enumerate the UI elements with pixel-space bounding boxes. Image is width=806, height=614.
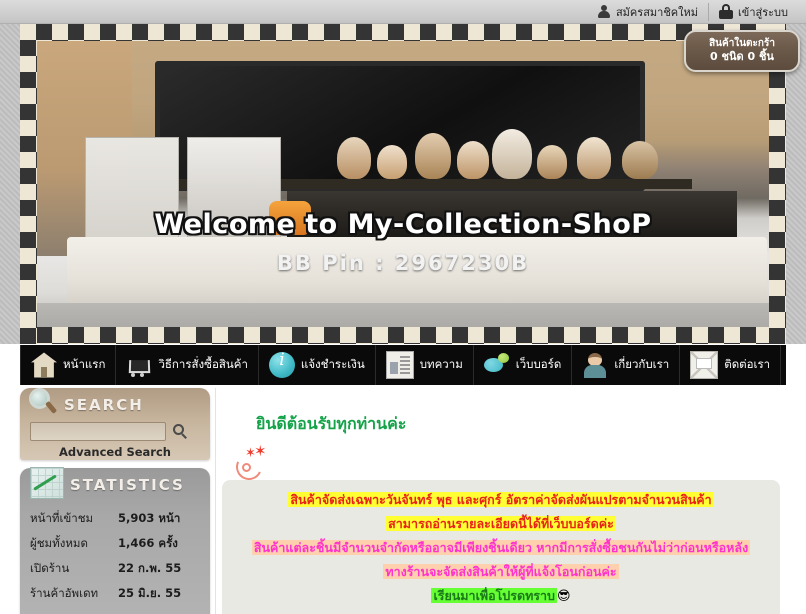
- stat-label: ร้านค้าอัพเดท: [30, 585, 99, 600]
- newspaper-icon: [385, 351, 414, 379]
- main-navigation: หน้าแรก วิธีการสั่งซื้อสินค้า แจ้งชำระเง…: [20, 345, 786, 385]
- welcome-heading: ยินดีต้อนรับทุกท่านค่ะ: [256, 414, 407, 433]
- shopping-cart-summary[interactable]: สินค้าในตะกร้า 0 ชนิด 0 ชิ้น: [684, 30, 800, 72]
- nav-item-about-us[interactable]: เกี่ยวกับเรา: [572, 345, 681, 385]
- stat-row: ผู้ชมทั้งหมด 1,466 ครั้ง: [30, 531, 200, 556]
- photo-collectible-1: [337, 137, 371, 179]
- statistics-panel-header: STATISTICS: [20, 467, 210, 502]
- search-panel-header: SEARCH: [20, 388, 210, 422]
- register-link[interactable]: สมัครสมาชิคใหม่: [588, 0, 708, 24]
- statistics-panel-title: STATISTICS: [70, 476, 185, 494]
- statistics-rows: หน้าที่เข้าชม 5,903 หน้า ผู้ชมทั้งหมด 1,…: [20, 502, 210, 606]
- search-row: [20, 422, 210, 441]
- notice-text: สินค้าจัดส่งเฉพาะวันจันทร์ พุธ และศุกร์ …: [288, 492, 714, 507]
- main-content: ยินดีต้อนรับทุกท่านค่ะ ✶ ✶ สินค้าจัดส่งเ…: [215, 388, 786, 614]
- stat-label: เปิดร้าน: [30, 560, 70, 575]
- home-icon: [31, 352, 57, 378]
- photo-dark-band: [287, 191, 737, 237]
- nav-item-articles[interactable]: บทความ: [376, 345, 474, 385]
- login-link[interactable]: เข้าสู่ระบบ: [709, 0, 798, 24]
- person-icon: [598, 4, 611, 19]
- envelope-icon: [690, 351, 719, 379]
- smiley-decoration-icon: ✶ ✶: [232, 444, 268, 484]
- frame-border-right: [769, 24, 786, 344]
- stat-row: ร้านค้าอัพเดท 25 มิ.ย. 55: [30, 581, 200, 606]
- stat-value: 22 ก.พ. 55: [118, 560, 182, 575]
- banner-region: Welcome to My-Collection-ShoP BB Pin : 2…: [0, 24, 806, 344]
- notice-line: สินค้าจัดส่งเฉพาะวันจันทร์ พุธ และศุกร์ …: [230, 492, 772, 509]
- person-avatar-icon: [582, 352, 608, 378]
- notice-text: สามารถอ่านรายละเอียดนี้ได้ที่เว็บบอร์ดค่…: [386, 515, 616, 531]
- magnifier-icon: [28, 387, 58, 417]
- stat-value: 1,466 ครั้ง: [118, 535, 178, 550]
- stat-row: หน้าที่เข้าชม 5,903 หน้า: [30, 506, 200, 531]
- nav-label-contact-us: ติดต่อเรา: [724, 357, 771, 371]
- lock-icon: [719, 4, 734, 19]
- stat-row: เปิดร้าน 22 ก.พ. 55: [30, 556, 200, 581]
- stat-label: หน้าที่เข้าชม: [30, 510, 94, 525]
- nav-label-about-us: เกี่ยวกับเรา: [614, 357, 670, 371]
- statistics-panel: STATISTICS หน้าที่เข้าชม 5,903 หน้า ผู้ช…: [20, 467, 210, 614]
- photo-collectible-4: [457, 141, 489, 179]
- stat-value: 5,903 หน้า: [118, 510, 181, 525]
- shopping-cart-icon: [126, 352, 152, 378]
- notice-line: ทางร้านจะจัดส่งสินค้าให้ผู้ที่แจ้งโอนก่อ…: [230, 563, 772, 581]
- chart-icon: [30, 467, 64, 499]
- page-root: สมัครสมาชิคใหม่ เข้าสู่ระบบ Welcome to M…: [0, 0, 806, 614]
- notice-text: สินค้าแต่ละชิ้นมีจำนวนจำกัดหรืออาจมีเพีย…: [251, 539, 751, 555]
- photo-collectible-3: [415, 133, 451, 179]
- info-icon: [268, 350, 295, 378]
- photo-cabinet-left: [85, 137, 179, 239]
- sunglasses-emoji-icon: 😎: [556, 588, 571, 604]
- nav-label-how-to-order: วิธีการสั่งซื้อสินค้า: [158, 357, 248, 371]
- frame-border-top: [20, 24, 786, 41]
- register-label: สมัครสมาชิคใหม่: [615, 5, 699, 19]
- notice-text: ทางร้านจะจัดส่งสินค้าให้ผู้ที่แจ้งโอนก่อ…: [383, 563, 619, 579]
- photo-cabinet-right: [187, 137, 281, 239]
- advanced-search-link[interactable]: Advanced Search: [20, 445, 210, 459]
- frame-border-left: [20, 24, 37, 344]
- photo-collectible-7: [577, 137, 611, 179]
- search-panel: SEARCH Advanced Search: [20, 388, 210, 460]
- nav-label-home: หน้าแรก: [63, 357, 106, 371]
- search-icon[interactable]: [173, 423, 189, 440]
- photo-floor: [37, 303, 769, 327]
- notice-line: เรียนมาเพื่อโปรดทราบ 😎: [230, 587, 772, 606]
- nav-item-contact-us[interactable]: ติดต่อเรา: [680, 345, 782, 385]
- notice-text: เรียนมาเพื่อโปรดทราบ: [431, 587, 557, 603]
- cart-title: สินค้าในตะกร้า: [709, 37, 775, 49]
- photo-collectible-5: [492, 129, 532, 179]
- photo-collectible-8: [622, 141, 658, 179]
- stat-label: ผู้ชมทั้งหมด: [30, 535, 88, 550]
- notice-line: สามารถอ่านรายละเอียดนี้ได้ที่เว็บบอร์ดค่…: [230, 515, 772, 533]
- nav-label-webboard: เว็บบอร์ด: [515, 357, 562, 371]
- chat-bubble-icon: [483, 352, 510, 378]
- photo-collectible-2: [377, 145, 407, 179]
- search-input[interactable]: [30, 422, 166, 441]
- photo-collectible-9: [269, 201, 311, 235]
- photo-collectible-6: [537, 145, 567, 179]
- nav-label-payment-notice: แจ้งชำระเงิน: [300, 357, 365, 371]
- nav-item-how-to-order[interactable]: วิธีการสั่งซื้อสินค้า: [116, 345, 259, 385]
- nav-item-webboard[interactable]: เว็บบอร์ด: [474, 345, 573, 385]
- nav-label-articles: บทความ: [419, 357, 463, 371]
- search-panel-title: SEARCH: [64, 396, 144, 414]
- login-label: เข้าสู่ระบบ: [738, 5, 788, 19]
- announcement-box: สินค้าจัดส่งเฉพาะวันจันทร์ พุธ และศุกร์ …: [222, 480, 780, 614]
- notice-line: สินค้าแต่ละชิ้นมีจำนวนจำกัดหรืออาจมีเพีย…: [230, 539, 772, 557]
- stat-value: 25 มิ.ย. 55: [118, 585, 182, 600]
- frame-border-bottom: [20, 327, 786, 344]
- nav-item-home[interactable]: หน้าแรก: [20, 345, 117, 385]
- cart-count: 0 ชนิด 0 ชิ้น: [710, 50, 774, 64]
- nav-item-payment-notice[interactable]: แจ้งชำระเงิน: [259, 345, 376, 385]
- shop-photo: [37, 41, 769, 327]
- top-account-bar: สมัครสมาชิคใหม่ เข้าสู่ระบบ: [0, 0, 806, 24]
- left-sidebar: SEARCH Advanced Search STATISTICS หน้าที…: [20, 388, 210, 614]
